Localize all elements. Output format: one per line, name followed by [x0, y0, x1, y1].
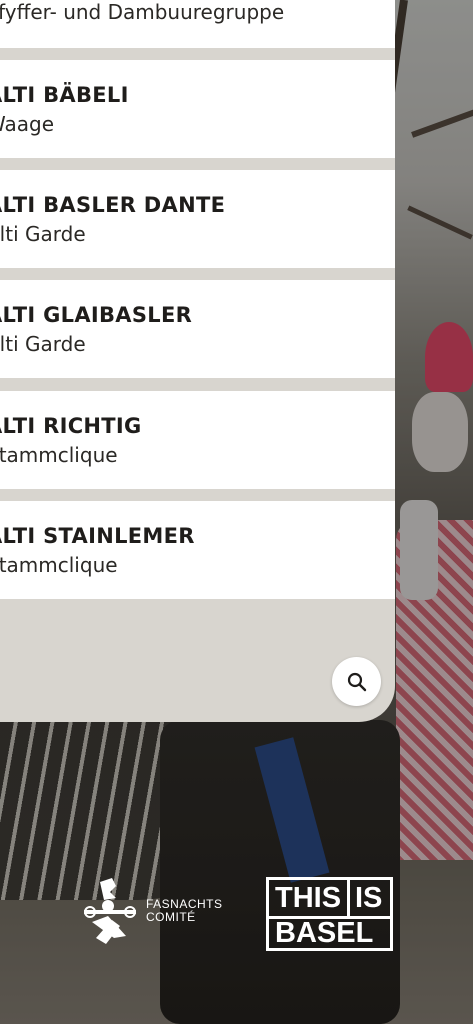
list-item-title: ALTI GLAIBASLER: [0, 303, 193, 327]
list-item-title: ALTI RICHTIG: [0, 414, 142, 438]
list-item[interactable]: ALTI RICHTIG Stammclique: [0, 391, 395, 489]
logo-word-is: IS: [355, 882, 383, 914]
this-is-basel-logo: THIS IS BASEL: [266, 877, 393, 951]
list-item-subtitle: Waage: [0, 112, 55, 136]
search-icon: [347, 672, 366, 691]
logo-word-basel: BASEL: [275, 917, 374, 949]
list-item-title: ALTI BASLER DANTE: [0, 193, 226, 217]
logo-word-this: THIS: [275, 882, 342, 914]
list-item-title: ALTI STAINLEMER: [0, 524, 195, 548]
list-item-subtitle: Alti Garde: [0, 222, 86, 246]
list-item[interactable]: ALTI GLAIBASLER Alti Garde: [0, 280, 395, 378]
list-item-title: ALTI BÄBELI: [0, 83, 129, 107]
fasnachts-comite-logo: FASNACHTS COMITÉ: [82, 876, 223, 946]
search-button[interactable]: [332, 657, 381, 706]
list-item-subtitle: Alti Garde: [0, 332, 86, 356]
clique-list-panel: Pfyffer- und Dambuuregruppe ALTI BÄBELI …: [0, 0, 395, 722]
list-item-subtitle: Stammclique: [0, 443, 118, 467]
logo-text-line: COMITÉ: [146, 910, 196, 924]
list-item[interactable]: ALTI STAINLEMER Stammclique: [0, 501, 395, 599]
list-item[interactable]: ALTI BÄBELI Waage: [0, 60, 395, 158]
list-item[interactable]: ALTI BASLER DANTE Alti Garde: [0, 170, 395, 268]
list-item[interactable]: Pfyffer- und Dambuuregruppe: [0, 0, 395, 48]
list-item-subtitle: Pfyffer- und Dambuuregruppe: [0, 0, 285, 24]
list-item-subtitle: Stammclique: [0, 553, 118, 577]
comite-emblem-icon: [84, 878, 136, 944]
